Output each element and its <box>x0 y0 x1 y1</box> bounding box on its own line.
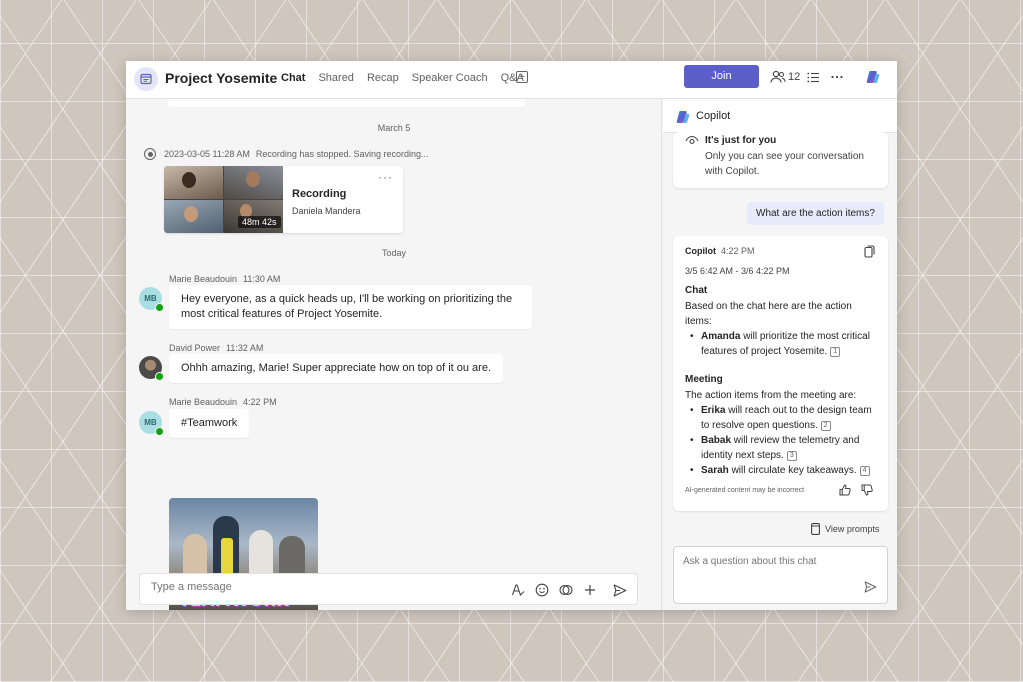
answer-meeting-intro: The action items from the meeting are: <box>685 390 857 401</box>
thumbs-down-icon[interactable] <box>861 484 873 496</box>
message-author: David Power <box>169 343 221 353</box>
previous-message-bubble <box>168 99 525 107</box>
copilot-header: Copilot <box>663 99 897 133</box>
recording-more-icon[interactable]: ··· <box>378 170 393 184</box>
recording-status: Recording has stopped. Saving recording.… <box>255 149 429 159</box>
action-item: Amanda will prioritize the most critical… <box>690 329 876 359</box>
recording-title: Recording <box>292 188 347 200</box>
copilot-compose-box <box>673 546 888 604</box>
answer-time: 4:22 PM <box>721 246 755 256</box>
message-meta: David Power 11:32 AM <box>169 343 263 353</box>
participants-button[interactable]: 12 <box>770 70 800 84</box>
answer-section-chat: Chat <box>685 285 708 296</box>
presence-available-icon <box>155 372 164 381</box>
avatar[interactable]: MB <box>139 287 164 312</box>
more-options-icon[interactable] <box>829 69 845 85</box>
send-icon[interactable] <box>864 581 877 593</box>
copilot-icon[interactable] <box>865 69 881 85</box>
action-item-text: will reach out to the design team to res… <box>701 405 872 431</box>
tab-recap[interactable]: Recap <box>367 61 399 99</box>
citation-marker[interactable]: 4 <box>859 466 870 476</box>
copilot-question-input[interactable] <box>683 556 863 572</box>
message-meta: Marie Beaudouin 11:30 AM <box>169 274 280 284</box>
message-bubble: Ohhh amazing, Marie! Super appreciate ho… <box>169 354 504 383</box>
copilot-title: Copilot <box>696 110 731 122</box>
join-button[interactable]: Join <box>684 65 759 88</box>
participants-count: 12 <box>788 71 801 83</box>
presence-available-icon <box>155 427 164 436</box>
citation-marker[interactable]: 1 <box>830 347 841 357</box>
tab-bar: Chat Shared Recap Speaker Coach Q&A <box>281 61 537 101</box>
message-bubble: Hey everyone, as a quick heads up, I'll … <box>169 285 532 329</box>
action-item-owner: Babak <box>701 435 732 446</box>
recording-duration: 48m 42s <box>238 216 281 228</box>
answer-section-meeting: Meeting <box>685 374 723 385</box>
message-author: Marie Beaudouin <box>169 274 238 284</box>
add-tab-icon[interactable]: + <box>516 71 528 83</box>
ai-disclaimer: AI-generated content may be incorrect <box>685 487 805 494</box>
action-item-owner: Erika <box>701 405 726 416</box>
loop-icon[interactable] <box>558 582 574 598</box>
send-icon[interactable] <box>612 582 628 598</box>
record-icon <box>144 148 156 160</box>
view-prompts-button[interactable]: View prompts <box>811 523 879 535</box>
eye-icon <box>685 135 699 145</box>
citation-marker[interactable]: 2 <box>820 421 831 431</box>
avatar-initials: MB <box>144 294 157 303</box>
header-bar: Project Yosemite Chat Shared Recap Speak… <box>126 61 897 101</box>
presence-available-icon <box>155 303 164 312</box>
teams-window: Project Yosemite Chat Shared Recap Speak… <box>126 61 897 610</box>
action-item-owner: Amanda <box>701 331 741 342</box>
action-item: Babak will review the telemetry and iden… <box>690 433 876 463</box>
meeting-chat-icon <box>134 67 158 91</box>
message-bubble: #Teamwork <box>169 409 250 438</box>
message-time: 11:30 AM <box>243 274 281 284</box>
emoji-icon[interactable] <box>534 582 550 598</box>
recording-card[interactable]: 48m 42s Recording Daniela Mandera ··· <box>164 166 403 233</box>
people-icon <box>770 70 786 83</box>
tab-speaker-coach[interactable]: Speaker Coach <box>412 61 488 99</box>
page-title: Project Yosemite <box>165 70 278 86</box>
message-time: 11:32 AM <box>226 343 264 353</box>
thumbs-up-icon[interactable] <box>839 484 851 496</box>
privacy-body: Only you can see your conversation with … <box>705 151 864 177</box>
message-input[interactable] <box>151 581 451 593</box>
message-meta: Marie Beaudouin 4:22 PM <box>169 397 277 407</box>
tab-chat[interactable]: Chat <box>281 61 306 101</box>
copilot-logo-icon <box>676 111 690 123</box>
action-item-text: will circulate key takeaways. <box>728 465 857 476</box>
tab-shared[interactable]: Shared <box>318 61 353 99</box>
avatar[interactable]: MB <box>139 411 164 436</box>
recording-timestamp: 2023-03-05 11:28 AM <box>164 149 250 159</box>
user-prompt-bubble: What are the action items? <box>747 202 884 225</box>
avatar[interactable] <box>139 356 164 381</box>
action-item: Sarah will circulate key takeaways.4 <box>690 463 876 478</box>
prompts-icon <box>811 523 820 535</box>
citation-marker[interactable]: 3 <box>786 451 797 461</box>
action-item: Erika will reach out to the design team … <box>690 403 876 433</box>
copilot-answer-card: Copilot 4:22 PM 3/5 6:42 AM - 3/6 4:22 P… <box>673 236 888 511</box>
copy-icon[interactable] <box>864 245 875 258</box>
view-prompts-label: View prompts <box>825 524 880 534</box>
recording-owner: Daniela Mandera <box>292 206 361 216</box>
action-item-owner: Sarah <box>701 465 729 476</box>
avatar-initials: MB <box>144 418 157 427</box>
recording-status-row: 2023-03-05 11:28 AM Recording has stoppe… <box>144 148 429 160</box>
chat-pane: March 5 2023-03-05 11:28 AM Recording ha… <box>126 99 662 610</box>
add-attachment-icon[interactable] <box>582 582 598 598</box>
message-time: 4:22 PM <box>243 397 277 407</box>
copilot-pane: Copilot It's just for you Only you can s… <box>663 99 897 610</box>
format-icon[interactable] <box>510 582 526 598</box>
list-icon[interactable] <box>805 69 821 85</box>
message-author: Marie Beaudouin <box>169 397 238 407</box>
answer-chat-intro: Based on the chat here are the action it… <box>685 301 852 327</box>
answer-author: Copilot <box>685 246 716 256</box>
date-separator-today: Today <box>381 248 407 258</box>
message-composer <box>139 573 638 605</box>
date-separator: March 5 <box>377 123 411 133</box>
privacy-heading: It's just for you <box>705 135 777 146</box>
answer-date-range: 3/5 6:42 AM - 3/6 4:22 PM <box>685 266 790 276</box>
privacy-card: It's just for you Only you can see your … <box>673 132 888 188</box>
